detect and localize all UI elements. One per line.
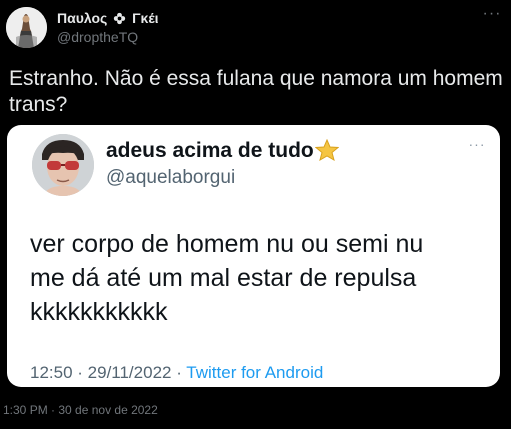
quoted-source-link[interactable]: Twitter for Android [186, 363, 323, 382]
quoted-time[interactable]: 12:50 [30, 363, 73, 382]
quoted-author-avatar[interactable] [32, 134, 94, 196]
author-name-suffix: Γκέι [132, 10, 159, 26]
avatar-person-icon [32, 134, 94, 196]
author-avatar[interactable] [6, 7, 47, 48]
quoted-date[interactable]: 29/11/2022 [88, 363, 172, 382]
author-handle[interactable]: @droptheTQ [57, 29, 138, 45]
quoted-tweet-meta: 12:50 · 29/11/2022 · Twitter for Android [30, 363, 323, 383]
quoted-line: me dá até um mal estar de repulsa [30, 264, 417, 292]
quoted-author-name-text: adeus acima de tudo [106, 139, 314, 162]
flower-icon [113, 12, 126, 25]
more-options-icon[interactable]: ··· [481, 6, 503, 22]
quoted-tweet-text: ver corpo de homem nu ou semi nu me dá a… [30, 227, 490, 329]
star-icon [314, 138, 340, 162]
quoted-author-name[interactable]: adeus acima de tudo [106, 138, 340, 163]
quoted-meta-separator: · [171, 363, 187, 382]
author-name-text: Παυλος [57, 10, 108, 26]
quoted-more-options-icon[interactable]: ··· [466, 137, 488, 151]
tweet-text: Estranho. Não é essa fulana que namora u… [9, 67, 503, 116]
tweet-header: Παυλος Γκέι @droptheTQ ··· [0, 0, 511, 56]
quoted-line: ver corpo de homem nu ou semi nu [30, 230, 424, 258]
avatar-figure-icon [6, 7, 47, 48]
author-name[interactable]: Παυλος Γκέι [57, 10, 159, 26]
quoted-line: kkkkkkkkkkk [30, 298, 168, 326]
quoted-meta-separator: · [72, 363, 88, 382]
tweet-timestamp[interactable]: 1:30 PM · 30 de nov de 2022 [3, 403, 158, 417]
quoted-tweet-card[interactable]: adeus acima de tudo @aquelaborgui ··· ve… [7, 125, 500, 387]
quoted-author-handle[interactable]: @aquelaborgui [106, 167, 235, 189]
